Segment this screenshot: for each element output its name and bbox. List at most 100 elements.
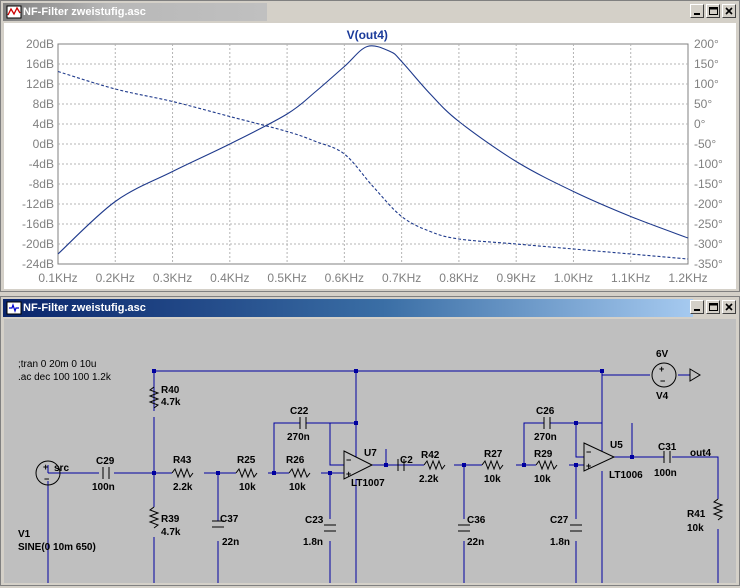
y-right-tick-label: 50°: [694, 97, 712, 111]
y-right-tick-label: -100°: [694, 157, 723, 171]
r43-label: R43: [173, 455, 192, 466]
r39-value: 4.7k: [161, 527, 181, 538]
r26-value: 10k: [289, 482, 306, 493]
ac-directive[interactable]: .ac dec 100 100 1.2k: [18, 372, 112, 383]
y-left-tick-label: -24dB: [22, 257, 54, 271]
trace-title: V(out4): [347, 28, 388, 42]
c36-value: 22n: [467, 537, 484, 548]
r25-label: R25: [237, 455, 256, 466]
r25-value: 10k: [239, 482, 256, 493]
r43-value: 2.2k: [173, 482, 193, 493]
x-tick-label: 1.2KHz: [668, 271, 707, 285]
r29-label: R29: [534, 449, 553, 460]
c36-label: C36: [467, 515, 486, 526]
x-tick-label: 1.0KHz: [554, 271, 593, 285]
schematic-canvas[interactable]: + − + − − + − + ;tran 0 20m 0 10u .ac dec 10…: [4, 319, 736, 588]
y-right-tick-label: -350°: [694, 257, 723, 271]
c26-value: 270n: [534, 432, 557, 443]
u7-label: U7: [364, 448, 377, 459]
svg-text:+: +: [659, 364, 664, 374]
c31-label: C31: [658, 442, 677, 453]
schematic-window-title: NF-Filter zweistufig.asc: [23, 302, 146, 314]
svg-text:−: −: [586, 447, 591, 457]
x-tick-label: 0.8KHz: [439, 271, 478, 285]
y-right-tick-label: -150°: [694, 177, 723, 191]
resistor-r43-symbol[interactable]: [171, 467, 194, 479]
r40-value: 4.7k: [161, 397, 181, 408]
c22-label: C22: [290, 406, 309, 417]
plot-window-controls: [690, 4, 736, 18]
resistor-r25-symbol[interactable]: [235, 467, 258, 479]
capacitor-c23-symbol[interactable]: [324, 524, 336, 532]
y-left-tick-label: 8dB: [33, 97, 54, 111]
maximize-icon: [709, 303, 718, 311]
plot-window-titlebar[interactable]: NF-Filter zweistufig.asc: [3, 3, 267, 21]
c29-value: 100n: [92, 482, 115, 493]
resistor-r42-symbol[interactable]: [423, 459, 446, 471]
resistor-r39-symbol[interactable]: [148, 506, 160, 529]
schematic-drawing: +− +− −+ −+ ;tran 0 20m 0 10u .ac dec 10…: [18, 349, 724, 588]
minimize-button[interactable]: [690, 4, 704, 18]
schematic-app-icon: [6, 301, 22, 315]
c29-label: C29: [96, 456, 115, 467]
minimize-icon: [694, 13, 700, 15]
y-right-tick-label: 100°: [694, 77, 719, 91]
close-button[interactable]: [722, 4, 736, 18]
close-icon: [725, 7, 733, 15]
tran-directive[interactable]: ;tran 0 20m 0 10u: [18, 359, 96, 370]
resistor-r26-symbol[interactable]: [288, 467, 311, 479]
r27-value: 10k: [484, 474, 501, 485]
r42-value: 2.2k: [419, 474, 439, 485]
x-tick-label: 0.6KHz: [325, 271, 364, 285]
schematic-window: NF-Filter zweistufig.asc + − + − − + − +…: [0, 296, 740, 588]
y-left-tick-label: 20dB: [26, 37, 54, 51]
phase-trace: [57, 70, 689, 260]
resistor-r29-symbol[interactable]: [535, 459, 558, 471]
y-left-tick-label: -12dB: [22, 197, 54, 211]
c37-value: 22n: [222, 537, 239, 548]
u5-label: U5: [610, 440, 623, 451]
y-left-tick-label: -4dB: [29, 157, 54, 171]
bode-plot: 0.1KHz 0.2KHz 0.3KHz 0.4KHz 0.5KHz 0.6KHz 0.7K…: [22, 28, 723, 285]
schematic-labels: ;tran 0 20m 0 10u .ac dec 100 100 1.2k R…: [18, 349, 712, 553]
c37-label: C37: [220, 514, 239, 525]
y-left-tick-label: 4dB: [33, 117, 54, 131]
x-tick-label: 0.5KHz: [267, 271, 306, 285]
y-left-tick-label: 16dB: [26, 57, 54, 71]
c27-value: 1.8n: [550, 537, 570, 548]
schematic-window-titlebar[interactable]: NF-Filter zweistufig.asc: [3, 299, 693, 317]
maximize-button[interactable]: [706, 4, 720, 18]
capacitor-c27-symbol[interactable]: [570, 524, 582, 532]
svg-text:−: −: [346, 455, 351, 465]
plot-pane[interactable]: 0.1KHz 0.2KHz 0.3KHz 0.4KHz 0.5KHz 0.6KHz 0.7K…: [4, 23, 736, 289]
capacitor-c29-symbol[interactable]: [102, 467, 110, 479]
r26-label: R26: [286, 455, 305, 466]
r29-value: 10k: [534, 474, 551, 485]
svg-text:+: +: [586, 461, 591, 471]
y-right-tick-label: -250°: [694, 217, 723, 231]
x-tick-label: 0.1KHz: [38, 271, 77, 285]
resistor-r41-symbol[interactable]: [712, 498, 724, 521]
y-right-tick-label: -50°: [694, 137, 716, 151]
resistor-r27-symbol[interactable]: [481, 459, 504, 471]
y-left-tick-label: 0dB: [33, 137, 54, 151]
u7-value: LT1007: [351, 478, 385, 489]
minimize-button[interactable]: [690, 300, 704, 314]
capacitor-c22-symbol[interactable]: [299, 417, 307, 429]
y-left-tick-label: -20dB: [22, 237, 54, 251]
capacitor-c26-symbol[interactable]: [543, 417, 551, 429]
v4-label: V4: [656, 391, 669, 402]
x-tick-label: 0.7KHz: [382, 271, 421, 285]
y-right-tick-label: -200°: [694, 197, 723, 211]
close-button[interactable]: [722, 300, 736, 314]
plot-frame: [57, 43, 689, 265]
maximize-button[interactable]: [706, 300, 720, 314]
svg-text:+: +: [43, 462, 48, 472]
c27-label: C27: [550, 515, 569, 526]
x-tick-label: 0.9KHz: [497, 271, 536, 285]
c26-label: C26: [536, 406, 555, 417]
x-tick-label: 0.3KHz: [153, 271, 192, 285]
net-label-src: src: [54, 463, 69, 474]
minimize-icon: [694, 309, 700, 311]
v1-label: V1: [18, 529, 31, 540]
